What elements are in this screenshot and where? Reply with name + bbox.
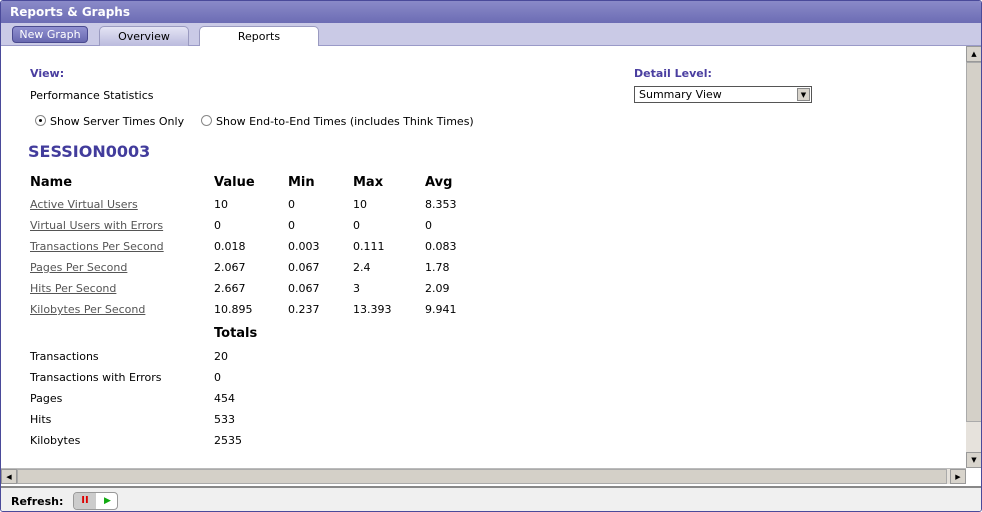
radio-server-times[interactable]: Show Server Times Only [35,115,184,128]
radio-checked-icon[interactable] [35,115,46,126]
totals-name: Transactions [30,350,99,363]
table-cell-min: 0 [288,219,295,232]
detail-level-select[interactable]: Summary View ▼ [634,86,812,103]
table-cell-min: 0.067 [288,261,320,274]
scroll-up-icon[interactable]: ▲ [966,46,981,62]
table-cell-avg: 0 [425,219,432,232]
scroll-right-icon[interactable]: ▶ [950,469,966,484]
table-cell-value: 10 [214,198,228,211]
totals-name: Transactions with Errors [30,371,162,384]
radio-label: Show Server Times Only [50,115,185,128]
totals-value: 533 [214,413,235,426]
chevron-down-icon[interactable]: ▼ [797,88,810,101]
detail-level-label: Detail Level: [634,67,712,80]
refresh-control: II ▶ [73,492,118,510]
tab-reports[interactable]: Reports [199,26,319,48]
scroll-down-icon[interactable]: ▼ [966,452,981,468]
table-row-name[interactable]: Kilobytes Per Second [30,303,145,316]
table-cell-avg: 0.083 [425,240,457,253]
table-cell-max: 0.111 [353,240,385,253]
table-cell-min: 0.003 [288,240,320,253]
table-cell-value: 2.667 [214,282,246,295]
table-cell-avg: 1.78 [425,261,450,274]
pause-icon[interactable]: II [74,493,96,509]
totals-value: 20 [214,350,228,363]
column-header-name: Name [30,175,73,190]
view-label: View: [30,67,65,80]
vertical-scrollbar[interactable]: ▲ ▼ [966,46,981,468]
table-cell-value: 0 [214,219,221,232]
refresh-label: Refresh: [11,495,64,508]
table-row-name[interactable]: Virtual Users with Errors [30,219,163,232]
table-cell-value: 0.018 [214,240,246,253]
table-cell-max: 0 [353,219,360,232]
table-cell-value: 10.895 [214,303,253,316]
totals-value: 454 [214,392,235,405]
table-cell-max: 3 [353,282,360,295]
reports-graphs-window: Reports & Graphs New Graph Overview Repo… [0,0,982,512]
vertical-scroll-thumb[interactable] [966,62,981,422]
table-cell-min: 0.067 [288,282,320,295]
horizontal-scrollbar[interactable]: ◀ ▶ [1,468,966,484]
footer-bar: Refresh: II ▶ [1,486,981,511]
report-content: View: Performance Statistics Show Server… [1,46,966,468]
totals-value: 0 [214,371,221,384]
radio-end-to-end-times[interactable]: Show End-to-End Times (includes Think Ti… [201,115,474,128]
table-cell-max: 2.4 [353,261,371,274]
table-cell-min: 0 [288,198,295,211]
detail-level-value: Summary View [639,88,722,101]
scroll-left-icon[interactable]: ◀ [1,469,17,484]
session-title: SESSION0003 [28,142,151,161]
table-row-name[interactable]: Hits Per Second [30,282,116,295]
radio-label: Show End-to-End Times (includes Think Ti… [216,115,474,128]
column-header-value: Value [214,175,255,190]
totals-name: Kilobytes [30,434,81,447]
metric-link[interactable]: Virtual Users with Errors [30,219,163,232]
table-cell-avg: 2.09 [425,282,450,295]
tab-bar: New Graph Overview Reports [1,23,981,48]
totals-name: Pages [30,392,63,405]
table-row-name[interactable]: Transactions Per Second [30,240,164,253]
table-cell-avg: 8.353 [425,198,457,211]
column-header-min: Min [288,175,315,190]
metric-link[interactable]: Pages Per Second [30,261,127,274]
table-row-name[interactable]: Active Virtual Users [30,198,138,211]
column-header-avg: Avg [425,175,453,190]
radio-unchecked-icon[interactable] [201,115,212,126]
metric-link[interactable]: Kilobytes Per Second [30,303,145,316]
metric-link[interactable]: Hits Per Second [30,282,116,295]
metric-link[interactable]: Transactions Per Second [30,240,164,253]
totals-value: 2535 [214,434,242,447]
metric-link[interactable]: Active Virtual Users [30,198,138,211]
totals-header: Totals [214,326,258,341]
table-cell-max: 10 [353,198,367,211]
new-graph-button[interactable]: New Graph [12,26,88,43]
view-value: Performance Statistics [30,89,154,102]
horizontal-scroll-thumb[interactable] [17,469,947,484]
column-header-max: Max [353,175,384,190]
table-cell-avg: 9.941 [425,303,457,316]
table-cell-max: 13.393 [353,303,392,316]
play-icon[interactable]: ▶ [97,493,117,509]
totals-name: Hits [30,413,52,426]
window-title: Reports & Graphs [1,1,981,23]
tab-overview[interactable]: Overview [99,26,189,47]
table-cell-min: 0.237 [288,303,320,316]
table-cell-value: 2.067 [214,261,246,274]
table-row-name[interactable]: Pages Per Second [30,261,127,274]
